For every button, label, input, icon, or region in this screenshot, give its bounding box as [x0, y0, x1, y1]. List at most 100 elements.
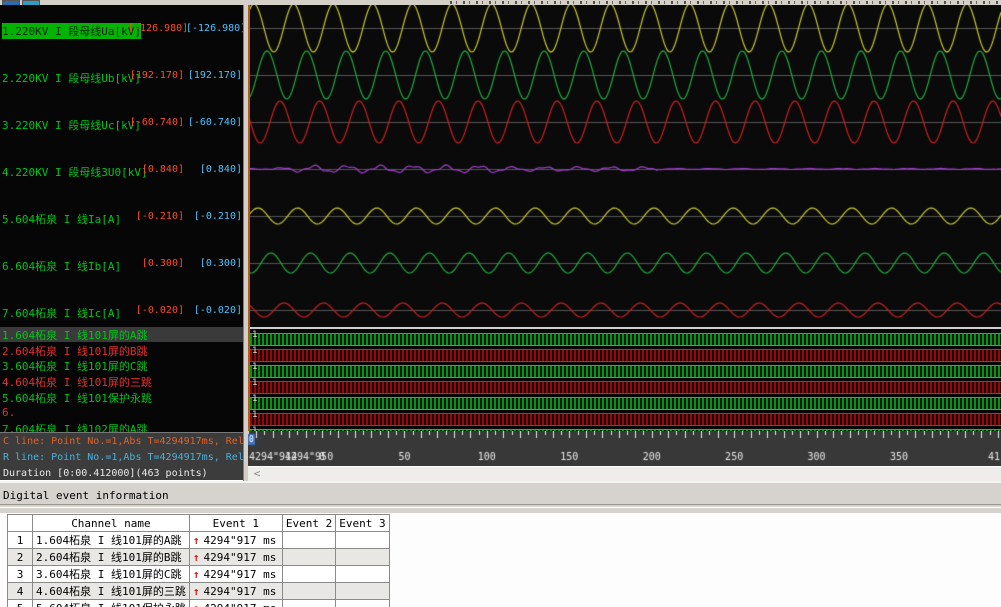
analog-channel-label[interactable]: 5.604柘泉 I 线Ia[A]	[2, 211, 121, 227]
analog-channel-label[interactable]: 4.220KV I 段母线3U0[kV]	[2, 164, 148, 180]
event-table-header-name: Channel name	[33, 515, 190, 532]
analog-channel-label[interactable]: 6.604柘泉 I 线Ib[A]	[2, 258, 121, 274]
event-table-row[interactable]: 44.604柘泉 I 线101屏的三跳↑4294"917 ms	[8, 583, 390, 600]
event-time: 4294"917 ms	[203, 534, 276, 547]
rising-edge-icon: ↑	[193, 551, 200, 564]
event-row-number: 3	[8, 566, 33, 583]
digital-channel-row[interactable]: 1.604柘泉 I 线101屏的A跳	[0, 327, 243, 342]
section-separator	[0, 504, 1001, 508]
r-cursor-value: [192.170]	[186, 70, 242, 81]
event1-cell: ↑4294"917 ms	[189, 549, 282, 566]
digital-state-value: 1	[252, 378, 257, 388]
analog-channel-label[interactable]: 3.220KV I 段母线Uc[kV]	[2, 117, 141, 133]
analog-channel-row[interactable]: 1.220KV I 段母线Ua[kV][-126.980][-126.980]	[0, 5, 243, 52]
digital-state-value: 1	[252, 410, 257, 420]
event2-cell	[282, 583, 335, 600]
analog-channel-label[interactable]: 2.220KV I 段母线Ub[kV]	[2, 70, 141, 86]
digital-state-bar[interactable]	[250, 381, 1001, 394]
digital-channel-row[interactable]: 3.604柘泉 I 线101屏的C跳	[0, 358, 243, 373]
digital-state-value: 1	[252, 362, 257, 372]
event-table-row[interactable]: 55.604柘泉 I 线101保护永跳↑4294"917 ms	[8, 600, 390, 607]
event-time: 4294"917 ms	[203, 602, 276, 607]
event-section: Digital event information Channel nameEv…	[0, 481, 1001, 605]
digital-state-bar[interactable]	[250, 349, 1001, 362]
event2-cell	[282, 566, 335, 583]
analog-channel-row[interactable]: 5.604柘泉 I 线Ia[A] [-0.210][-0.210]	[0, 193, 243, 240]
event-row-number: 5	[8, 600, 33, 607]
event-table: Channel nameEvent 1Event 2Event 311.604柘…	[7, 514, 390, 607]
digital-state-value: 1	[252, 346, 257, 356]
event3-cell	[336, 549, 389, 566]
digital-state-bar[interactable]	[250, 413, 1001, 426]
r-cursor-value: [-60.740]	[186, 117, 242, 128]
analog-channel-label[interactable]: 1.220KV I 段母线Ua[kV]	[2, 23, 141, 39]
digital-trace-area[interactable]: 1 1 1 1 1 1 1	[248, 327, 1001, 431]
analog-waveform-canvas[interactable]	[248, 5, 1001, 327]
event-row-number: 4	[8, 583, 33, 600]
c-cursor-value: [0.840]	[128, 164, 184, 175]
r-line-status: R line: Point No.=1,Abs T=4294917ms, Rel…	[3, 452, 243, 463]
r-cursor-value: [0.300]	[186, 258, 242, 269]
rising-edge-icon: ↑	[193, 585, 200, 598]
duration-status: Duration [0:00.412000](463 points)	[3, 468, 208, 479]
event2-cell	[282, 549, 335, 566]
time-ruler[interactable]	[248, 431, 1001, 466]
event-table-header-e1: Event 1	[189, 515, 282, 532]
digital-state-bar[interactable]	[250, 365, 1001, 378]
event3-cell	[336, 566, 389, 583]
c-cursor-value: [-126.980]	[128, 23, 184, 34]
event-channel-name: 4.604柘泉 I 线101屏的三跳	[33, 583, 190, 600]
event-channel-name: 1.604柘泉 I 线101屏的A跳	[33, 532, 190, 549]
c-cursor-value: [-0.020]	[128, 305, 184, 316]
scroll-left-arrow[interactable]: <	[250, 467, 264, 481]
digital-state-value: 1	[252, 426, 257, 431]
digital-channel-row[interactable]: 5.604柘泉 I 线101保护永跳	[0, 390, 243, 405]
event-section-title: Digital event information	[3, 489, 169, 502]
digital-state-value: 1	[252, 330, 257, 340]
c-cursor-value: [-0.210]	[128, 211, 184, 222]
event1-cell: ↑4294"917 ms	[189, 532, 282, 549]
event2-cell	[282, 600, 335, 607]
event-table-row[interactable]: 22.604柘泉 I 线101屏的B跳↑4294"917 ms	[8, 549, 390, 566]
cursor-status-box: C line: Point No.=1,Abs T=4294917ms, Rel…	[0, 432, 243, 481]
analog-channel-row[interactable]: 2.220KV I 段母线Ub[kV][192.170][192.170]	[0, 52, 243, 99]
event-table-row[interactable]: 11.604柘泉 I 线101屏的A跳↑4294"917 ms	[8, 532, 390, 549]
event-time: 4294"917 ms	[203, 568, 276, 581]
r-cursor-value: [-126.980]	[186, 23, 242, 34]
digital-channel-row[interactable]: 6.	[0, 406, 243, 421]
event-row-number: 2	[8, 549, 33, 566]
event-time: 4294"917 ms	[203, 585, 276, 598]
analog-channel-row[interactable]: 3.220KV I 段母线Uc[kV][-60.740][-60.740]	[0, 99, 243, 146]
event-table-row[interactable]: 33.604柘泉 I 线101屏的C跳↑4294"917 ms	[8, 566, 390, 583]
c-cursor-value: [192.170]	[128, 70, 184, 81]
waveform-panel[interactable]: 1 1 1 1 1 1 1 <	[248, 5, 1001, 481]
digital-state-value: 1	[252, 394, 257, 404]
r-cursor-value: [-0.210]	[186, 211, 242, 222]
c-cursor-line[interactable]	[248, 5, 250, 431]
channel-list-panel: 1.220KV I 段母线Ua[kV][-126.980][-126.980]2…	[0, 5, 243, 481]
digital-channel-row[interactable]: 4.604柘泉 I 线101屏的三跳	[0, 374, 243, 389]
r-cursor-value: [0.840]	[186, 164, 242, 175]
event1-cell: ↑4294"917 ms	[189, 583, 282, 600]
r-cursor-value: [-0.020]	[186, 305, 242, 316]
c-cursor-value: [-60.740]	[128, 117, 184, 128]
horizontal-scrollbar[interactable]: <	[248, 466, 1001, 481]
event-channel-name: 2.604柘泉 I 线101屏的B跳	[33, 549, 190, 566]
rising-edge-icon: ↑	[193, 568, 200, 581]
event-table-header-e2: Event 2	[282, 515, 335, 532]
digital-channel-row[interactable]: 2.604柘泉 I 线101屏的B跳	[0, 343, 243, 358]
analog-channel-label[interactable]: 7.604柘泉 I 线Ic[A]	[2, 305, 121, 321]
rising-edge-icon: ↑	[193, 602, 200, 607]
analog-channel-row[interactable]: 6.604柘泉 I 线Ib[A] [0.300][0.300]	[0, 240, 243, 287]
event-channel-name: 3.604柘泉 I 线101屏的C跳	[33, 566, 190, 583]
clipped-title-text	[450, 1, 1001, 4]
digital-state-bar[interactable]	[250, 397, 1001, 410]
analog-channel-row[interactable]: 4.220KV I 段母线3U0[kV][0.840][0.840]	[0, 146, 243, 193]
digital-state-bar[interactable]	[250, 333, 1001, 346]
c-cursor-value: [0.300]	[128, 258, 184, 269]
event1-cell: ↑4294"917 ms	[189, 600, 282, 607]
event-section-header: Digital event information	[0, 486, 1001, 504]
event-table-panel: Channel nameEvent 1Event 2Event 311.604柘…	[0, 513, 1001, 607]
c-line-status: C line: Point No.=1,Abs T=4294917ms, Rel…	[3, 436, 243, 447]
event1-cell: ↑4294"917 ms	[189, 566, 282, 583]
